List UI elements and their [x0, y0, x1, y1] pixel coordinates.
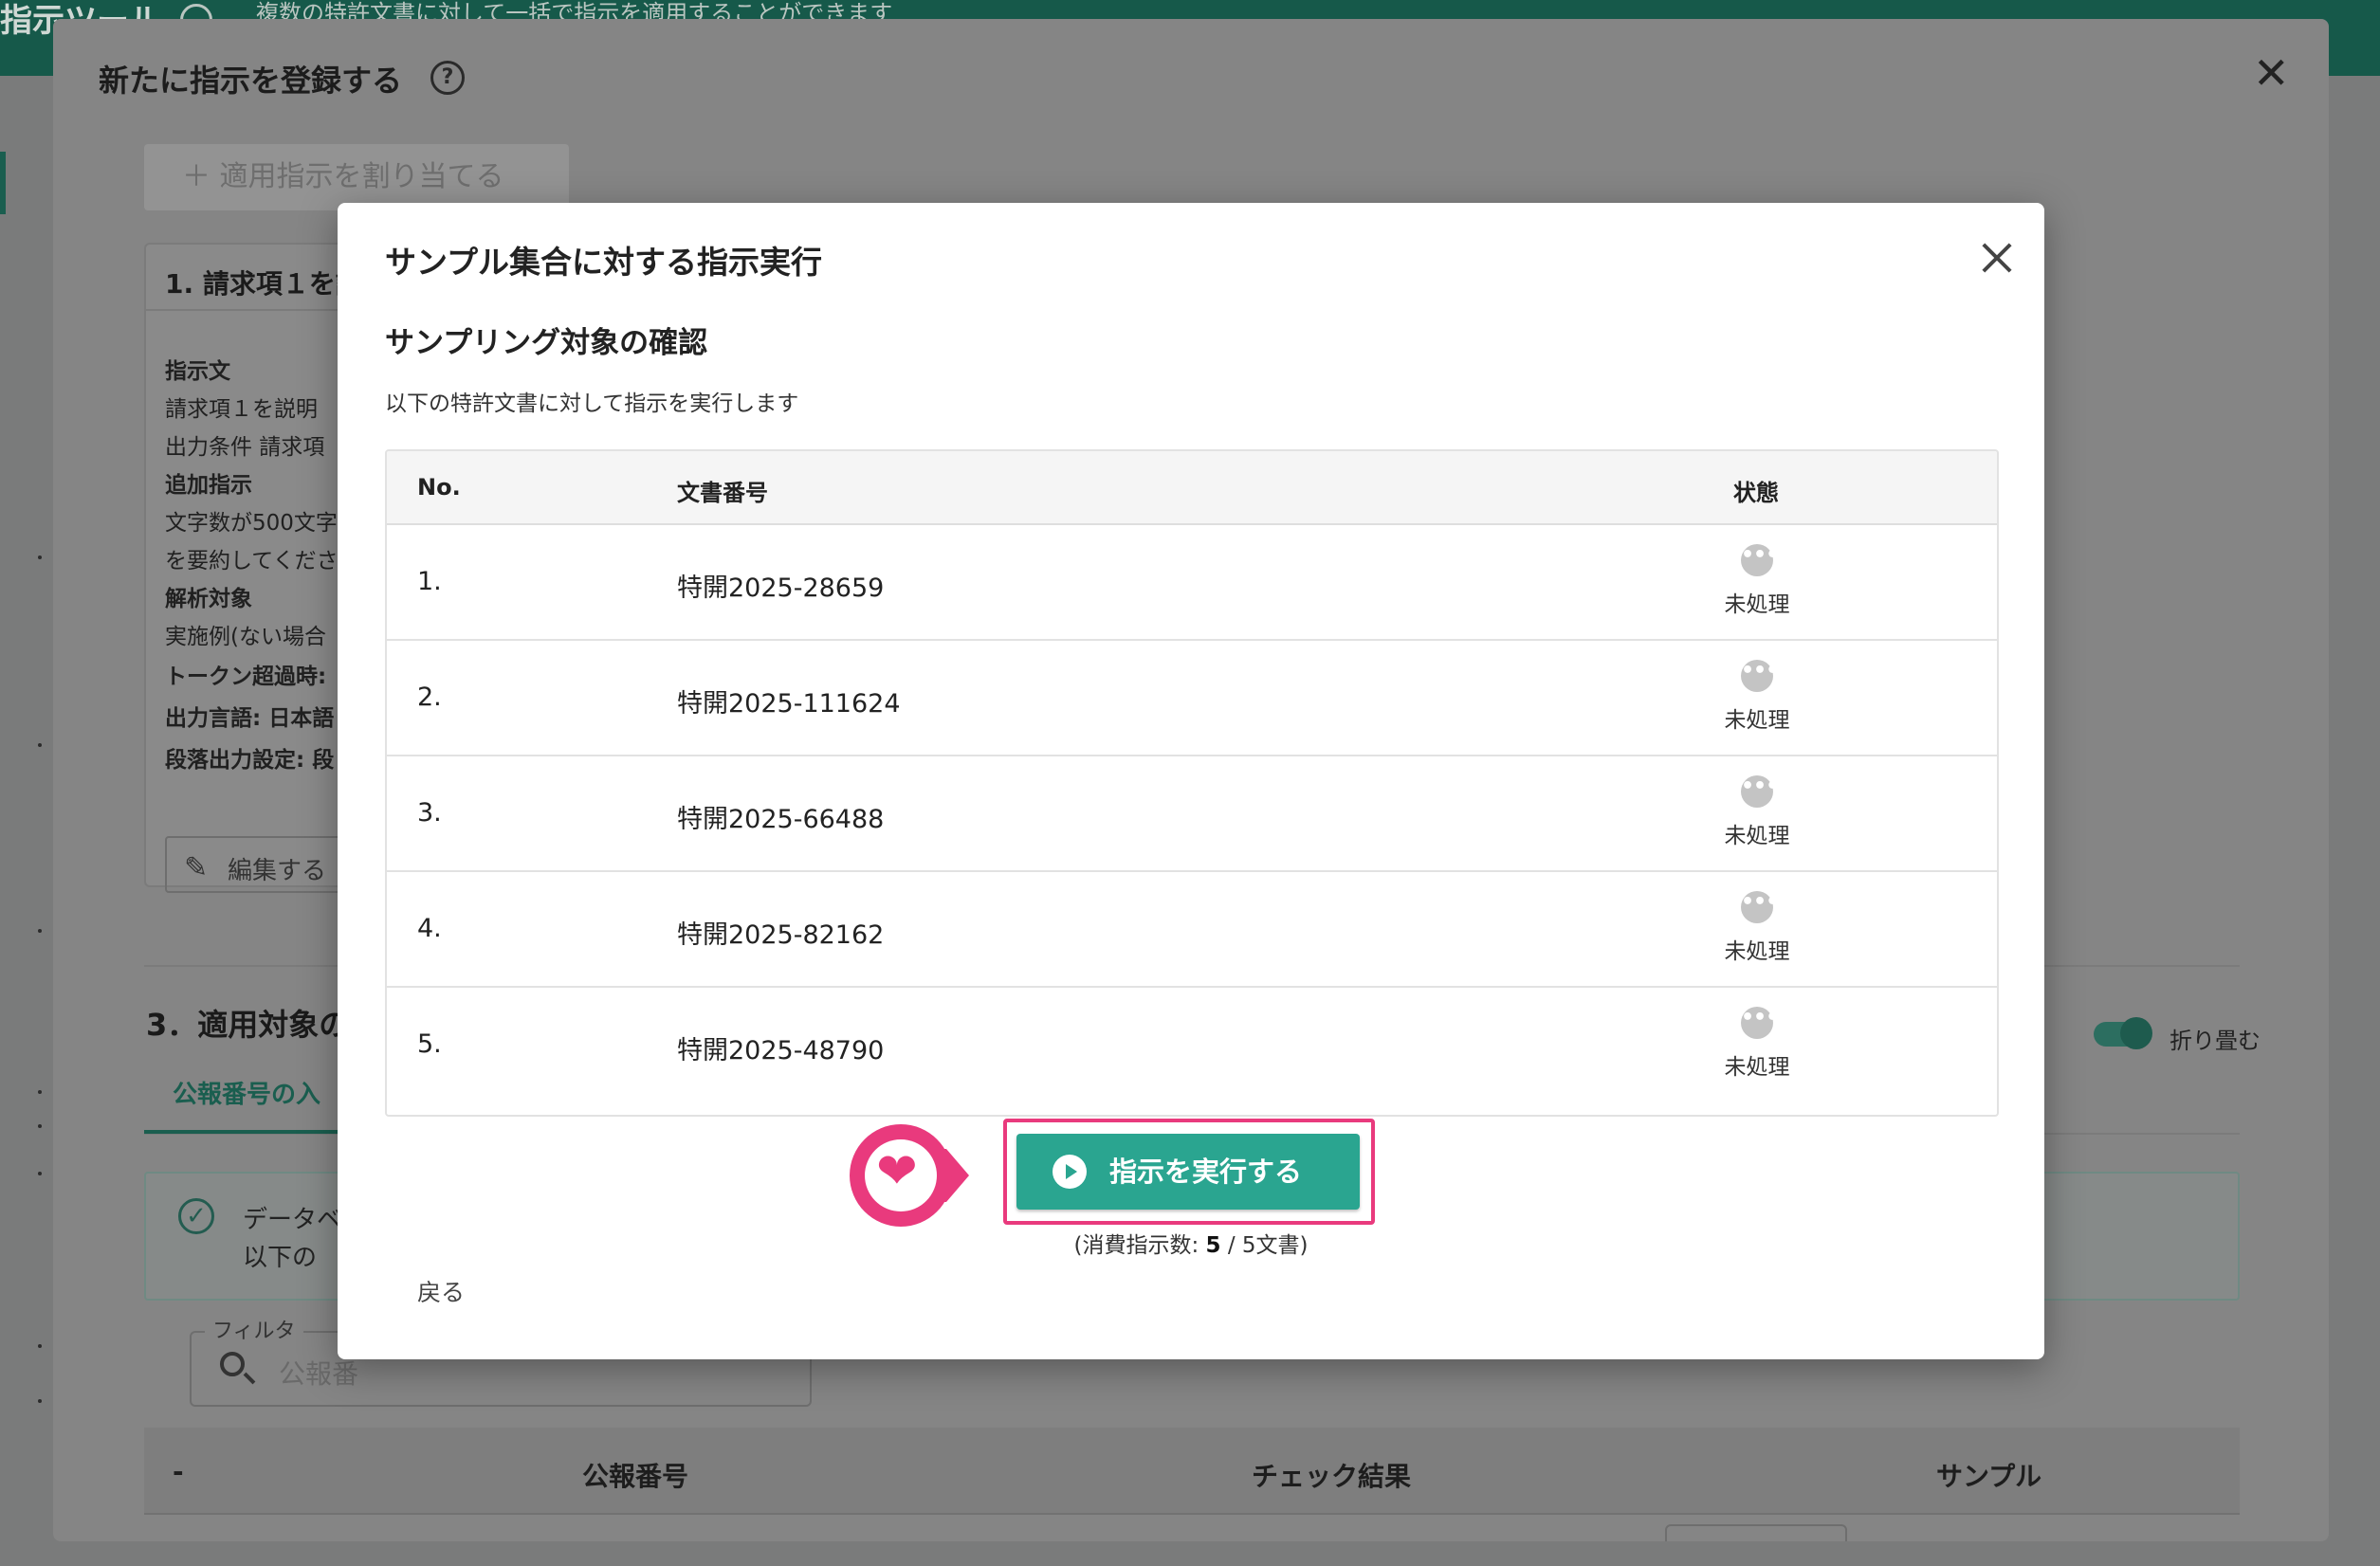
- section3-title: 3．適用対象の: [146, 1007, 350, 1043]
- card-line: 解析対象: [165, 587, 252, 611]
- modal-description: 以下の特許文書に対して指示を実行します: [385, 392, 799, 416]
- table-row: 3. 特開2025-66488 ••• 未処理: [387, 756, 1997, 872]
- run-button-label: 指示を実行する: [1109, 1156, 1303, 1188]
- column-header: チェック結果: [1252, 1461, 1412, 1492]
- sample-execution-modal: サンプル集合に対する指示実行 サンプリング対象の確認 以下の特許文書に対して指示…: [338, 203, 2044, 1359]
- row-doc-number: 特開2025-48790: [677, 1036, 885, 1065]
- pending-icon: •••: [1741, 891, 1779, 923]
- row-status: 未処理: [1724, 1055, 1790, 1080]
- filter-legend: フィルタ: [205, 1314, 303, 1344]
- collapse-toggle-label: 折り畳む: [2169, 1028, 2261, 1054]
- dialog-title: 新たに指示を登録する: [99, 63, 403, 99]
- edit-button-label: 編集する: [228, 857, 327, 885]
- help-icon[interactable]: ?: [430, 61, 465, 95]
- info-line: データベ: [243, 1206, 342, 1234]
- modal-title: サンプル集合に対する指示実行: [385, 244, 823, 281]
- table-header: No. 文書番号 状態: [387, 451, 1997, 525]
- assign-instruction-button[interactable]: ＋ 適用指示を割り当てる: [144, 144, 569, 210]
- table-row: 2. 特開2025-111624 ••• 未処理: [387, 641, 1997, 756]
- card-line: 出力条件 請求項: [165, 435, 325, 460]
- consumption-prefix: (消費指示数:: [1073, 1233, 1206, 1258]
- card-line: 実施例(ない場合: [165, 625, 326, 649]
- back-link[interactable]: 戻る: [417, 1274, 465, 1308]
- pending-icon: •••: [1741, 544, 1779, 576]
- row-status: 未処理: [1724, 592, 1790, 617]
- consumption-suffix: / 5文書): [1220, 1233, 1309, 1258]
- pending-icon: •••: [1741, 660, 1779, 692]
- card-line: 段落出力設定: 段: [165, 748, 335, 773]
- consumption-used: 5: [1205, 1233, 1221, 1258]
- tab-active-indicator: [144, 1130, 353, 1134]
- pending-icon: •••: [1741, 1007, 1779, 1039]
- pencil-icon: ✎: [184, 851, 209, 884]
- side-accent: [0, 152, 6, 214]
- heart-icon: ❤: [876, 1143, 918, 1200]
- run-instruction-button[interactable]: 指示を実行する: [1016, 1134, 1360, 1210]
- row-no: 2.: [417, 683, 442, 712]
- consumption-note: (消費指示数: 5 / 5文書): [1001, 1227, 1381, 1259]
- row-status: 未処理: [1724, 824, 1790, 848]
- column-header-no: No.: [417, 474, 461, 501]
- row-no: 1.: [417, 567, 442, 596]
- column-header: -: [173, 1456, 184, 1487]
- tutorial-pointer: ❤: [850, 1124, 969, 1229]
- table-row: 1. 特開2025-28659 ••• 未処理: [387, 525, 1997, 641]
- collapse-toggle[interactable]: [2094, 1017, 2152, 1049]
- card-line: 出力言語: 日本語: [165, 706, 335, 731]
- card-line: 文字数が500文字: [165, 511, 338, 536]
- card-line: 指示文: [165, 359, 230, 384]
- row-doc-number: 特開2025-66488: [677, 805, 885, 834]
- pending-icon: •••: [1741, 775, 1779, 808]
- card-line: 請求項１を説明: [165, 397, 318, 422]
- card-line: 追加指示: [165, 473, 252, 498]
- card-line: を要約してくださ: [165, 549, 339, 574]
- search-icon: [220, 1352, 245, 1376]
- filter-placeholder: 公報番: [279, 1358, 359, 1390]
- column-header-status: 状態: [1733, 480, 1779, 506]
- check-circle-icon: ✓: [178, 1198, 214, 1234]
- column-header: 公報番号: [582, 1461, 689, 1492]
- row-no: 4.: [417, 914, 442, 943]
- modal-subtitle: サンプリング対象の確認: [385, 326, 708, 360]
- sample-documents-table: No. 文書番号 状態 1. 特開2025-28659 ••• 未処理 2. 特…: [385, 449, 1999, 1117]
- tab-publication-number[interactable]: 公報番号の入: [173, 1075, 320, 1110]
- results-table-header: - 公報番号 チェック結果 サンプル: [144, 1428, 2240, 1515]
- card-line: トークン超過時:: [165, 665, 327, 689]
- table-row: 4. 特開2025-82162 ••• 未処理: [387, 872, 1997, 988]
- row-status: 未処理: [1724, 939, 1790, 964]
- row-no: 3.: [417, 798, 442, 828]
- column-header-doc-number: 文書番号: [677, 480, 768, 506]
- row-doc-number: 特開2025-28659: [677, 574, 885, 603]
- row-no: 5.: [417, 1029, 442, 1059]
- row-action-button[interactable]: [1665, 1524, 1847, 1541]
- table-row: 5. 特開2025-48790 ••• 未処理: [387, 988, 1997, 1103]
- row-status: 未処理: [1724, 708, 1790, 733]
- row-doc-number: 特開2025-82162: [677, 920, 885, 950]
- close-icon[interactable]: [1968, 231, 2025, 288]
- close-icon[interactable]: ✕: [2253, 51, 2290, 95]
- column-header: サンプル: [1936, 1461, 2042, 1492]
- info-line: 以下の: [243, 1244, 318, 1272]
- play-icon: [1053, 1155, 1087, 1189]
- row-doc-number: 特開2025-111624: [677, 689, 901, 719]
